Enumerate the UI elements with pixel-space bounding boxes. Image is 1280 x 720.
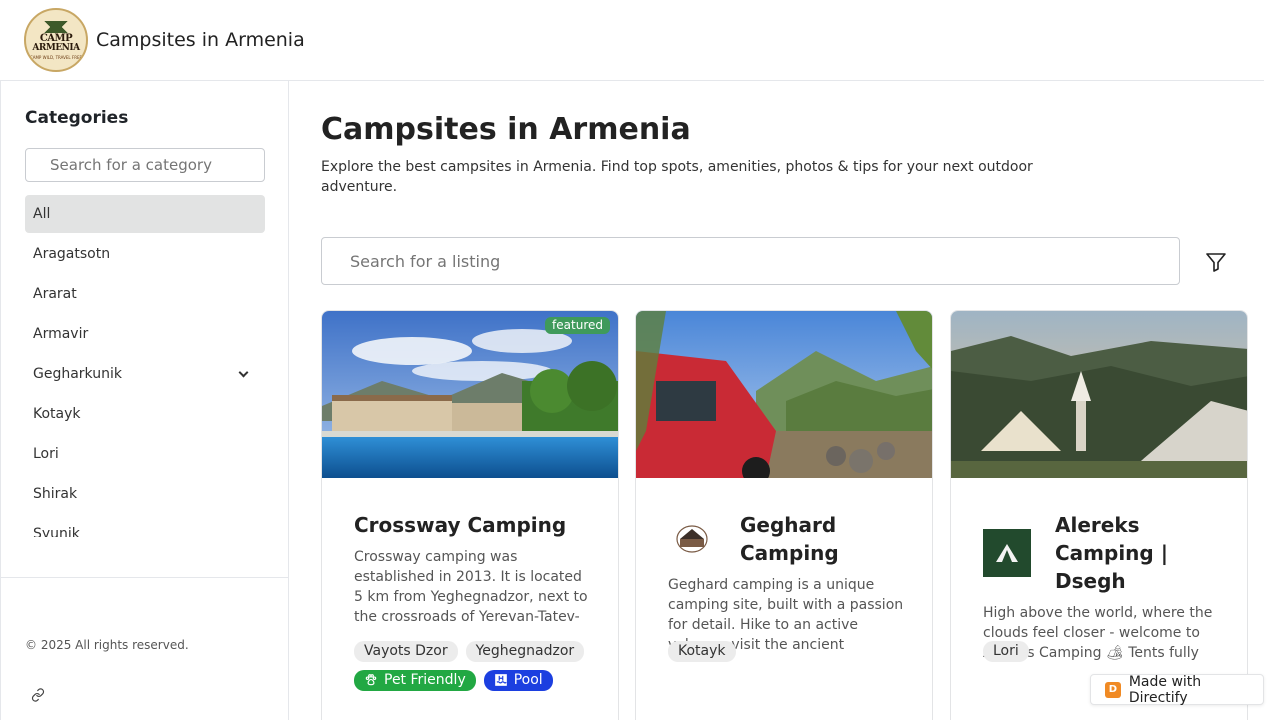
sidebar-item-shirak[interactable]: Shirak [25, 475, 265, 513]
chevron-down-icon[interactable] [238, 367, 249, 377]
paw-icon [365, 674, 377, 686]
sidebar-item-label: Syunik [33, 526, 80, 537]
page-description: Explore the best campsites in Armenia. F… [321, 159, 1033, 195]
tag[interactable]: Yeghegnadzor [465, 641, 585, 662]
sidebar-item-label: Ararat [33, 286, 77, 302]
tag[interactable]: Vayots Dzor [354, 641, 458, 662]
featured-badge: featured [545, 317, 610, 334]
site-logo[interactable]: CAMP ARMENIA CAMP WILD, TRAVEL FREE [24, 8, 88, 72]
listing-card[interactable]: Alereks Camping | Dsegh High above the w… [950, 310, 1248, 720]
listing-body: Geghard Camping Geghard camping is a uni… [668, 511, 904, 655]
feature-label: Pool [513, 672, 543, 688]
categories-heading: Categories [25, 108, 129, 128]
sidebar-item-label: Armavir [33, 326, 89, 342]
feature-badge-pet-friendly[interactable]: Pet Friendly [354, 670, 476, 691]
directify-logo-icon: D [1105, 681, 1121, 698]
sidebar-item-label: All [33, 206, 51, 222]
listing-title[interactable]: Crossway Camping [354, 511, 590, 539]
filter-icon[interactable] [1204, 250, 1228, 274]
page-title: Campsites in Armenia [321, 112, 691, 147]
listing-image[interactable]: featured [322, 311, 618, 478]
campsite-car-photo [636, 311, 932, 478]
listing-description: Crossway camping was established in 2013… [354, 549, 588, 625]
sidebar-item-label: Kotayk [33, 406, 81, 422]
category-search-input[interactable] [25, 148, 265, 182]
listing-search-input[interactable] [321, 237, 1180, 285]
category-list: All Aragatsotn Ararat Armavir Gegharkuni… [25, 195, 265, 537]
directify-label: Made with Directify [1128, 673, 1202, 706]
listing-logo [983, 529, 1031, 577]
campsite-pool-photo [322, 311, 618, 478]
categories-sidebar: Categories All Aragatsotn Ararat Armavir… [0, 81, 289, 720]
sidebar-item-label: Lori [33, 446, 59, 462]
sidebar-item-label: Gegharkunik [33, 366, 122, 382]
listing-image[interactable] [951, 311, 1247, 478]
sidebar-item-syunik[interactable]: Syunik [25, 515, 265, 537]
listing-header: Geghard Camping [668, 511, 904, 567]
logo-line-3: CAMP WILD, TRAVEL FREE [29, 54, 83, 60]
listing-tags: Lori [983, 641, 1231, 662]
site-title[interactable]: Campsites in Armenia [96, 29, 305, 51]
tag[interactable]: Lori [983, 641, 1029, 662]
feature-label: Pet Friendly [384, 672, 466, 688]
listing-tags: Vayots Dzor Yeghegnadzor Pet Friendly Po… [354, 641, 602, 691]
pine-trees-icon [34, 20, 78, 33]
made-with-directify-badge[interactable]: D Made with Directify [1090, 673, 1264, 706]
tent-emblem-icon [676, 525, 708, 553]
listing-title[interactable]: Alereks Camping | Dsegh [1055, 511, 1219, 595]
campsite-tents-photo [951, 311, 1247, 478]
sidebar-footer: © 2025 All rights reserved. [1, 577, 289, 720]
sidebar-item-ararat[interactable]: Ararat [25, 275, 265, 313]
listing-body: Crossway Camping Crossway camping was es… [354, 511, 590, 627]
tag[interactable]: Kotayk [668, 641, 736, 662]
top-bar: CAMP ARMENIA CAMP WILD, TRAVEL FREE Camp… [0, 0, 1264, 81]
copyright-text: © 2025 All rights reserved. [25, 638, 189, 652]
sidebar-item-gegharkunik[interactable]: Gegharkunik [25, 355, 265, 393]
listing-card[interactable]: featured Crossway Camping Crossway campi… [321, 310, 619, 720]
feature-badge-pool[interactable]: Pool [483, 670, 553, 691]
sidebar-item-aragatsotn[interactable]: Aragatsotn [25, 235, 265, 273]
listing-title[interactable]: Geghard Camping [740, 511, 904, 567]
tent-logo-icon [996, 544, 1018, 562]
sidebar-item-label: Aragatsotn [33, 246, 111, 262]
listing-logo [668, 515, 716, 563]
sidebar-item-kotayk[interactable]: Kotayk [25, 395, 265, 433]
sidebar-item-armavir[interactable]: Armavir [25, 315, 265, 353]
listing-tags: Kotayk [668, 641, 916, 662]
sidebar-item-all[interactable]: All [25, 195, 265, 233]
listing-image[interactable] [636, 311, 932, 478]
listing-card[interactable]: Geghard Camping Geghard camping is a uni… [635, 310, 933, 720]
pool-icon [494, 674, 507, 686]
sidebar-item-label: Shirak [33, 486, 78, 502]
logo-line-1: CAMP [39, 32, 73, 44]
listing-header: Alereks Camping | Dsegh [983, 511, 1219, 595]
sidebar-item-lori[interactable]: Lori [25, 435, 265, 473]
link-icon[interactable] [31, 688, 45, 702]
logo-line-2: ARMENIA [32, 42, 80, 53]
